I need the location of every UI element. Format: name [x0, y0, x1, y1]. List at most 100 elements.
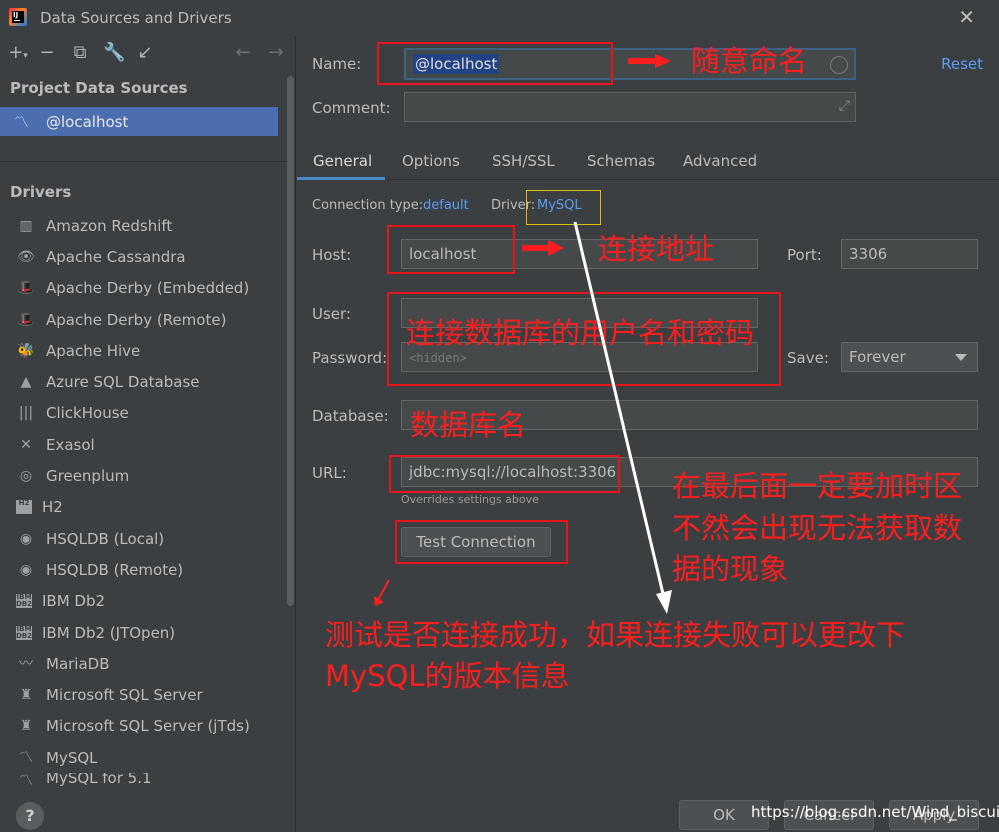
exasol-icon: ✕: [20, 436, 32, 453]
divider: [0, 161, 296, 162]
driver-item[interactable]: ◉ HSQLDB (Remote): [0, 554, 284, 585]
annotation-host: 连接地址: [598, 232, 715, 266]
driver-link-box[interactable]: MySQL: [526, 190, 601, 225]
right-panel: Name: @localhost Reset Comment: ⤢ Genera…: [297, 36, 999, 832]
hsqldb-icon: ◉: [19, 530, 33, 547]
plus-icon[interactable]: +▾: [8, 42, 28, 64]
back-arrow-icon[interactable]: ←: [233, 42, 253, 64]
clickhouse-icon: |||: [18, 405, 34, 422]
h2-icon: H2: [16, 500, 32, 515]
derby-hat-icon: 🎩: [17, 280, 35, 297]
driver-item[interactable]: 〰 MariaDB: [0, 648, 284, 679]
minus-icon[interactable]: −: [38, 42, 56, 64]
annotation-credentials: 连接数据库的用户名和密码: [406, 316, 755, 350]
data-source-label: @localhost: [46, 112, 129, 131]
left-panel: +▾ − ⧉ 🔧 ↙ ← → Project Data Sources 〽 @l…: [0, 36, 296, 832]
driver-item[interactable]: ♜ Microsoft SQL Server (jTds): [0, 711, 284, 742]
annotation-box-url: [389, 455, 620, 493]
driver-item[interactable]: 🎩 Apache Derby (Embedded): [0, 273, 284, 304]
url-label: URL:: [312, 464, 347, 482]
comment-label: Comment:: [312, 99, 391, 117]
driver-item[interactable]: IBM DB2 IBM Db2 (JTOpen): [0, 617, 284, 648]
window-title: Data Sources and Drivers: [40, 9, 232, 27]
driver-item[interactable]: H2 H2: [0, 492, 284, 523]
derby-hat-icon: 🎩: [17, 311, 35, 328]
tab-general[interactable]: General: [313, 152, 372, 170]
port-label: Port:: [787, 246, 822, 264]
mariadb-icon: 〰: [19, 655, 33, 672]
annotation-timezone-line1: 在最后面一定要加时区: [672, 469, 963, 503]
mysql-dolphin-icon: 〽: [19, 749, 33, 766]
intellij-logo-icon: IJ: [9, 8, 27, 26]
driver-item[interactable]: ▥ Amazon Redshift: [0, 210, 284, 241]
driver-item[interactable]: IBM DB2 IBM Db2: [0, 586, 284, 617]
annotation-box-test: [395, 520, 568, 564]
wrench-icon[interactable]: 🔧: [103, 42, 125, 64]
help-button[interactable]: ?: [16, 802, 44, 830]
tab-bar: General Options SSH/SSL Schemas Advanced: [297, 144, 999, 180]
drivers-title: Drivers: [10, 183, 72, 201]
tab-advanced[interactable]: Advanced: [683, 152, 757, 170]
driver-item[interactable]: ||| ClickHouse: [0, 398, 284, 429]
redshift-icon: ▥: [19, 217, 33, 234]
driver-item[interactable]: ♜ Microsoft SQL Server: [0, 679, 284, 710]
port-input[interactable]: 3306: [841, 239, 978, 269]
save-select[interactable]: Forever: [841, 342, 978, 372]
database-label: Database:: [312, 407, 389, 425]
host-label: Host:: [312, 246, 352, 264]
drivers-list: ▥ Amazon Redshift 👁 Apache Cassandra 🎩 Apac…: [0, 210, 284, 793]
sql-server-icon: ♜: [19, 718, 33, 735]
tab-schemas[interactable]: Schemas: [587, 152, 655, 170]
data-source-item[interactable]: 〽 @localhost: [0, 107, 278, 136]
driver-item[interactable]: 〽 MySQL for 5.1: [0, 773, 284, 793]
active-tab-indicator: [297, 177, 385, 180]
reset-link[interactable]: Reset: [941, 55, 983, 73]
save-label: Save:: [787, 349, 829, 367]
annotation-box-name: [377, 42, 613, 85]
tab-options[interactable]: Options: [402, 152, 460, 170]
mysql-dolphin-icon: 〽: [14, 113, 30, 131]
driver-link[interactable]: MySQL: [537, 198, 582, 213]
hive-icon: 🐝: [17, 342, 35, 359]
toolbar: +▾ − ⧉ 🔧 ↙ ← →: [0, 36, 296, 72]
forward-arrow-icon[interactable]: →: [266, 42, 286, 64]
driver-item[interactable]: 🎩 Apache Derby (Remote): [0, 304, 284, 335]
scrollbar-thumb[interactable]: [287, 76, 294, 606]
annotation-timezone-line3: 据的现象: [672, 552, 789, 586]
driver-item[interactable]: ◎ Greenplum: [0, 460, 284, 491]
chevron-down-icon: [955, 354, 967, 361]
expand-icon[interactable]: ⤢: [839, 98, 850, 114]
watermark: https://blog.csdn.net/Wind_biscuit: [751, 803, 999, 821]
name-label: Name:: [312, 55, 362, 73]
project-data-sources-title: Project Data Sources: [10, 79, 188, 97]
driver-item[interactable]: 👁 Apache Cassandra: [0, 241, 284, 272]
driver-item[interactable]: ✕ Exasol: [0, 429, 284, 460]
driver-item[interactable]: ▲ Azure SQL Database: [0, 366, 284, 397]
comment-input[interactable]: ⤢: [404, 92, 856, 122]
ibm-db2-icon: IBM DB2: [16, 624, 33, 640]
password-label: Password:: [312, 349, 388, 367]
driver-item[interactable]: 🐝 Apache Hive: [0, 335, 284, 366]
driver-item[interactable]: 〽 MySQL: [0, 742, 284, 773]
connection-type-link[interactable]: default: [423, 198, 469, 213]
annotation-box-host: [387, 225, 515, 274]
sql-server-icon: ♜: [19, 687, 33, 704]
annotation-timezone-line2: 不然会出现无法获取数: [672, 511, 963, 545]
annotation-database: 数据库名: [410, 408, 527, 442]
annotation-test-line2: MySQL的版本信息: [325, 659, 570, 693]
import-icon[interactable]: ↙: [135, 42, 155, 64]
cassandra-icon: 👁: [17, 248, 35, 265]
user-label: User:: [312, 305, 351, 323]
loading-circle-icon: [830, 56, 848, 74]
mysql-dolphin-icon: 〽: [19, 773, 33, 790]
driver-item[interactable]: ◉ HSQLDB (Local): [0, 523, 284, 554]
copy-icon[interactable]: ⧉: [70, 42, 90, 64]
close-icon[interactable]: ✕: [958, 7, 975, 27]
azure-icon: ▲: [20, 374, 32, 391]
ibm-db2-icon: IBM DB2: [16, 593, 33, 609]
annotation-name: 随意命名: [691, 44, 808, 78]
hsqldb-icon: ◉: [19, 561, 33, 578]
title-bar: IJ Data Sources and Drivers ✕: [0, 0, 999, 36]
greenplum-icon: ◎: [19, 468, 33, 485]
tab-ssh-ssl[interactable]: SSH/SSL: [492, 152, 555, 170]
